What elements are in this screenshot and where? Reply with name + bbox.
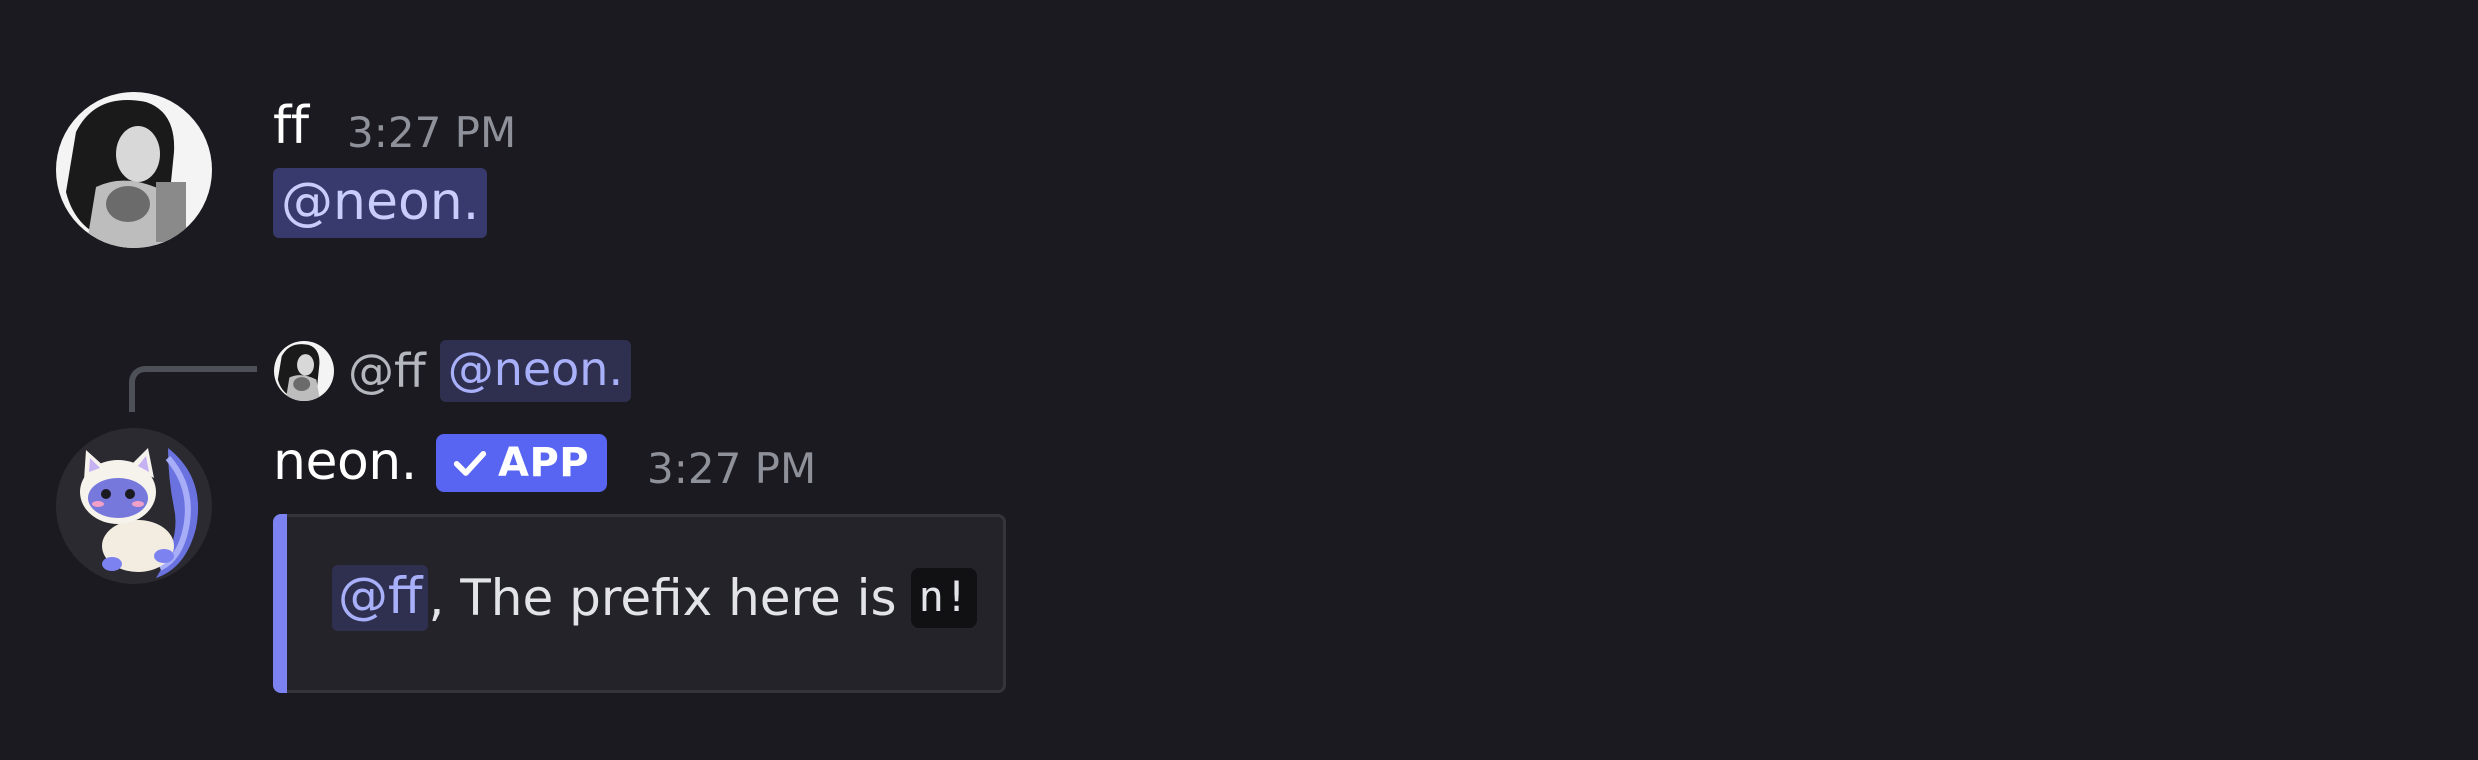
cat-mascot-avatar-icon [56, 428, 212, 584]
user-photo-avatar-icon [56, 92, 212, 248]
app-badge: APP [436, 434, 608, 492]
user-mention-ff[interactable]: @ff [332, 565, 429, 631]
message-timestamp: 3:27 PM [347, 108, 517, 157]
message-author-neon[interactable]: neon. [273, 432, 417, 492]
reply-mention-neon[interactable]: @neon. [439, 340, 632, 402]
message-timestamp: 3:27 PM [647, 444, 817, 493]
embed-description: @ff , The prefix here is n! [332, 565, 978, 631]
user-photo-avatar-icon [274, 341, 334, 401]
inline-code-prefix: n! [910, 568, 978, 628]
reply-preview[interactable]: @ff @neon. [274, 336, 632, 406]
reply-avatar-ff [274, 341, 334, 401]
message-embed: @ff , The prefix here is n! [273, 514, 1006, 693]
message-author-ff[interactable]: ff [273, 96, 309, 156]
embed-text: , The prefix here is [428, 569, 897, 627]
embed-accent-bar [273, 514, 287, 693]
avatar-ff[interactable] [56, 92, 212, 248]
reply-connector [129, 366, 257, 412]
reply-author[interactable]: @ff [348, 344, 426, 398]
user-mention-neon[interactable]: @neon. [273, 168, 488, 238]
avatar-neon[interactable] [56, 428, 212, 584]
app-badge-label: APP [498, 440, 590, 486]
checkmark-icon [453, 451, 487, 476]
